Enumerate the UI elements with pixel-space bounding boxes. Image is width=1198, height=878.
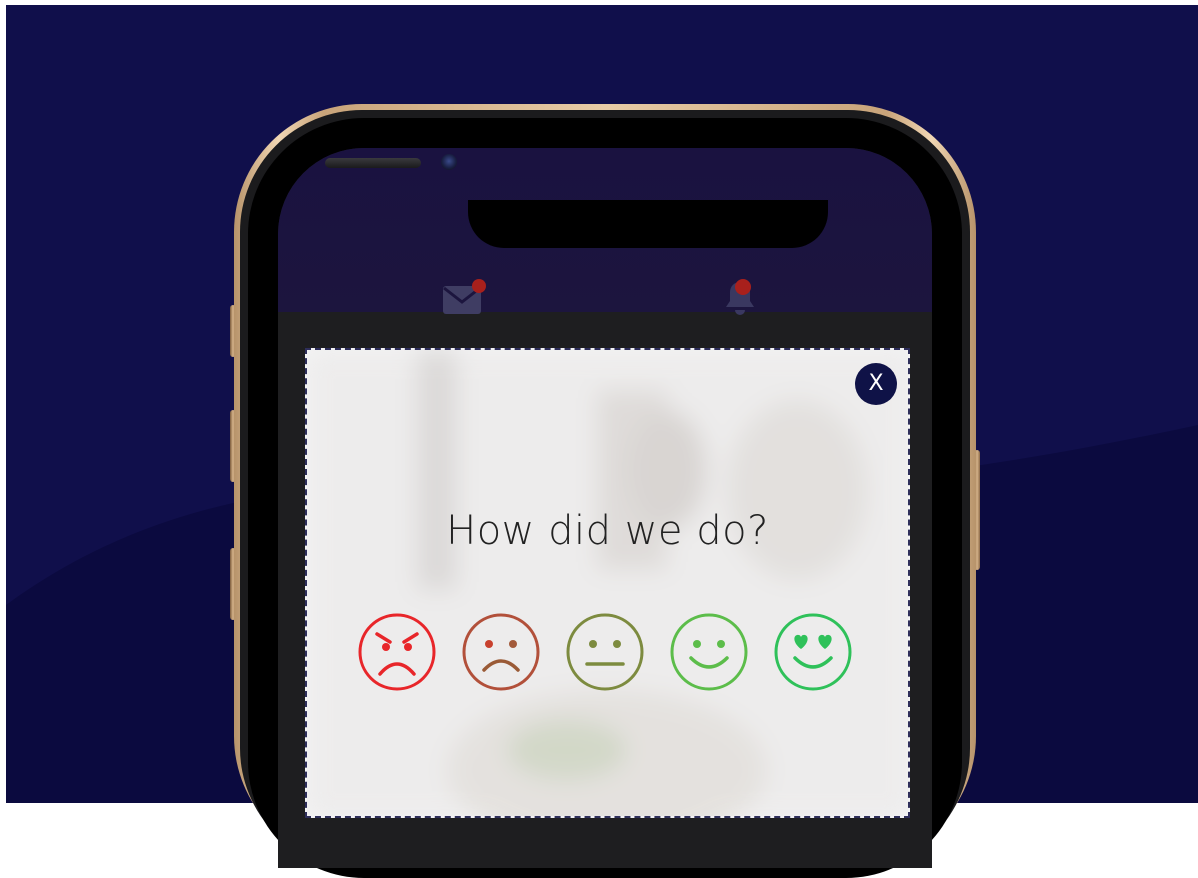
feedback-popup — [305, 348, 910, 818]
notification-dot — [735, 279, 751, 295]
rating-faces — [357, 612, 857, 692]
angry-face-icon[interactable] — [357, 612, 437, 692]
front-camera — [441, 154, 457, 170]
bell-icon[interactable] — [718, 274, 762, 318]
neutral-face-icon[interactable] — [565, 612, 645, 692]
sad-face-icon[interactable] — [461, 612, 541, 692]
phone-notch — [468, 200, 828, 248]
close-button[interactable]: X — [855, 363, 897, 405]
mail-icon[interactable] — [441, 278, 489, 318]
earpiece-speaker — [325, 158, 421, 168]
notification-dot — [472, 279, 486, 293]
popup-title: How did we do? — [446, 508, 769, 554]
blurred-restaurant-photo — [307, 350, 908, 816]
heart-eyes-face-icon[interactable] — [773, 612, 853, 692]
smiling-face-icon[interactable] — [669, 612, 749, 692]
